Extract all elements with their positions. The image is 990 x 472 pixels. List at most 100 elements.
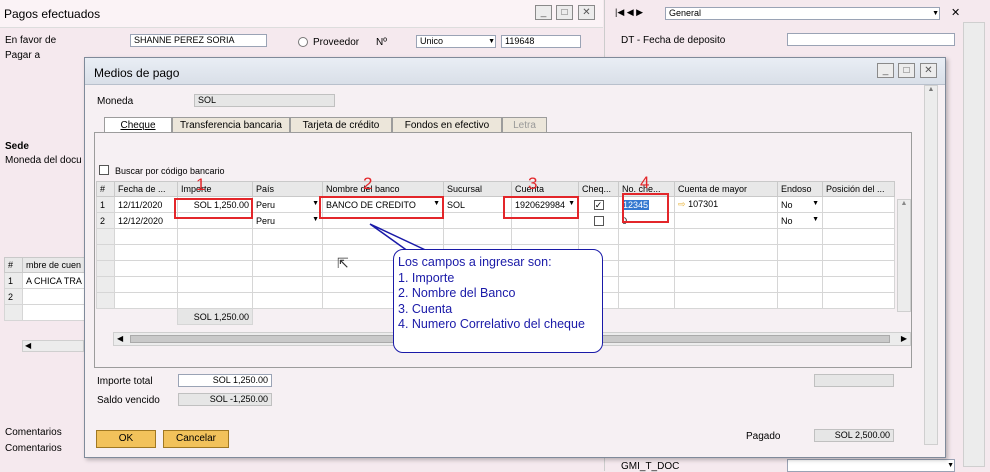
minimize-button[interactable]: _ xyxy=(535,5,552,20)
table-cell[interactable] xyxy=(618,260,675,277)
table-cell[interactable] xyxy=(674,260,778,277)
table-cell[interactable] xyxy=(822,260,895,277)
endoso-cell[interactable]: No ▼ xyxy=(777,196,823,213)
dialog-maximize-button[interactable]: □ xyxy=(898,63,915,78)
endoso-cell[interactable]: No ▼ xyxy=(777,212,823,229)
table-cell[interactable] xyxy=(674,244,778,261)
ok-button[interactable]: OK xyxy=(96,430,156,448)
cuenta-mayor-cell[interactable] xyxy=(674,212,778,229)
table-cell[interactable] xyxy=(674,292,778,309)
nav-arrows[interactable]: |◀ ◀ ▶ xyxy=(615,7,665,21)
table-cell[interactable] xyxy=(114,260,178,277)
table-cell[interactable] xyxy=(511,228,579,245)
col-fecha[interactable]: Fecha de ... xyxy=(114,181,178,197)
col-cuenta-mayor[interactable]: Cuenta de mayor xyxy=(674,181,778,197)
table-row[interactable]: 2 xyxy=(4,288,85,305)
buscar-checkbox[interactable] xyxy=(99,165,109,176)
table-cell[interactable] xyxy=(177,292,253,309)
close-button[interactable]: ✕ xyxy=(578,5,595,20)
table-cell[interactable] xyxy=(777,276,823,293)
table-cell[interactable] xyxy=(618,228,675,245)
doc-number-field[interactable]: 119648 xyxy=(501,35,581,48)
table-row[interactable] xyxy=(4,304,85,321)
series-select[interactable]: Unico ▼ xyxy=(416,35,496,48)
col-sucursal[interactable]: Sucursal xyxy=(443,181,512,197)
gmi-select[interactable]: ▼ xyxy=(787,459,955,472)
dialog-close-button[interactable]: ✕ xyxy=(920,63,937,78)
posicion-cell[interactable] xyxy=(822,196,895,213)
table-cell[interactable] xyxy=(822,276,895,293)
table-cell[interactable] xyxy=(252,260,323,277)
table-cell[interactable] xyxy=(114,292,178,309)
table-cell[interactable] xyxy=(177,244,253,261)
tab-letra[interactable]: Letra xyxy=(502,117,547,133)
table-cell[interactable] xyxy=(252,244,323,261)
col-posicion[interactable]: Posición del ... xyxy=(822,181,895,197)
table-cell[interactable] xyxy=(114,244,178,261)
table-cell[interactable] xyxy=(777,292,823,309)
table-cell[interactable] xyxy=(618,292,675,309)
tab-fondos[interactable]: Fondos en efectivo xyxy=(392,117,502,133)
pais-cell[interactable]: Peru ▼ xyxy=(252,196,323,213)
col-endoso[interactable]: Endoso xyxy=(777,181,823,197)
table-cell[interactable] xyxy=(777,228,823,245)
table-cell[interactable] xyxy=(674,276,778,293)
proveedor-radio[interactable] xyxy=(298,37,308,47)
dialog-minimize-button[interactable]: _ xyxy=(877,63,894,78)
cuenta-mayor-cell[interactable]: ⇨ 107301 xyxy=(674,196,778,213)
sucursal-cell[interactable] xyxy=(443,212,512,229)
table-cell[interactable] xyxy=(177,276,253,293)
table-cell[interactable] xyxy=(822,244,895,261)
cheq-checkbox[interactable]: ✓ xyxy=(593,199,604,210)
sucursal-cell[interactable]: SOL xyxy=(443,196,512,213)
maximize-button[interactable]: □ xyxy=(556,5,573,20)
table-cell[interactable] xyxy=(674,228,778,245)
tab-tarjeta[interactable]: Tarjeta de crédito xyxy=(290,117,392,133)
table-cell[interactable] xyxy=(22,304,85,321)
table-cell[interactable] xyxy=(618,244,675,261)
fecha-cell[interactable]: 12/11/2020 xyxy=(114,196,178,213)
cheq-cell[interactable] xyxy=(578,212,619,229)
right-panel-scrollbar[interactable] xyxy=(963,22,985,467)
chevron-down-icon[interactable]: ▼ xyxy=(312,216,319,223)
en-favor-de-field[interactable]: SHANNE PEREZ SORIA xyxy=(130,34,267,47)
close-icon[interactable]: ✕ xyxy=(951,6,960,19)
table-cell[interactable] xyxy=(114,228,178,245)
cheq-cell[interactable]: ✓ xyxy=(578,196,619,213)
col-banco[interactable]: Nombre del banco xyxy=(322,181,444,197)
table-cell[interactable] xyxy=(777,244,823,261)
table-cell[interactable] xyxy=(618,276,675,293)
table-cell[interactable] xyxy=(252,276,323,293)
nav-select[interactable]: General ▼ xyxy=(665,7,940,20)
table-cell[interactable] xyxy=(822,292,895,309)
table-cell[interactable] xyxy=(22,288,85,305)
link-arrow-icon[interactable]: ⇨ xyxy=(678,199,686,209)
tab-transferencia[interactable]: Transferencia bancaria xyxy=(172,117,290,133)
table-cell[interactable] xyxy=(177,260,253,277)
col-cuenta[interactable]: Cuenta xyxy=(511,181,579,197)
col-cheq[interactable]: Cheq... xyxy=(578,181,619,197)
cheq-checkbox[interactable] xyxy=(593,215,604,226)
table-cell[interactable] xyxy=(252,292,323,309)
chevron-down-icon[interactable]: ▼ xyxy=(812,200,819,207)
table-row[interactable]: 1 A CHICA TRA xyxy=(4,272,85,289)
table-cell[interactable] xyxy=(252,228,323,245)
table-cell[interactable] xyxy=(777,260,823,277)
scroll-left-icon[interactable]: ◀ xyxy=(117,334,123,343)
table-cell[interactable] xyxy=(443,228,512,245)
scroll-right-icon[interactable]: ▶ xyxy=(901,334,907,343)
posicion-cell[interactable] xyxy=(822,212,895,229)
table-cell[interactable] xyxy=(578,228,619,245)
dialog-vscroll[interactable]: ▲ xyxy=(924,85,938,445)
grid-vscroll[interactable]: ▲ xyxy=(897,199,911,312)
table-cell[interactable] xyxy=(177,228,253,245)
table-row[interactable] xyxy=(96,228,895,245)
table-cell[interactable]: A CHICA TRA xyxy=(22,272,85,289)
chevron-down-icon[interactable]: ▼ xyxy=(812,216,819,223)
table-cell[interactable] xyxy=(822,228,895,245)
col-pais[interactable]: País xyxy=(252,181,323,197)
fecha-cell[interactable]: 12/12/2020 xyxy=(114,212,178,229)
col-importe[interactable]: Importe xyxy=(177,181,253,197)
dt-fecha-field[interactable] xyxy=(787,33,955,46)
left-table-hscroll[interactable]: ◀ xyxy=(22,340,84,352)
